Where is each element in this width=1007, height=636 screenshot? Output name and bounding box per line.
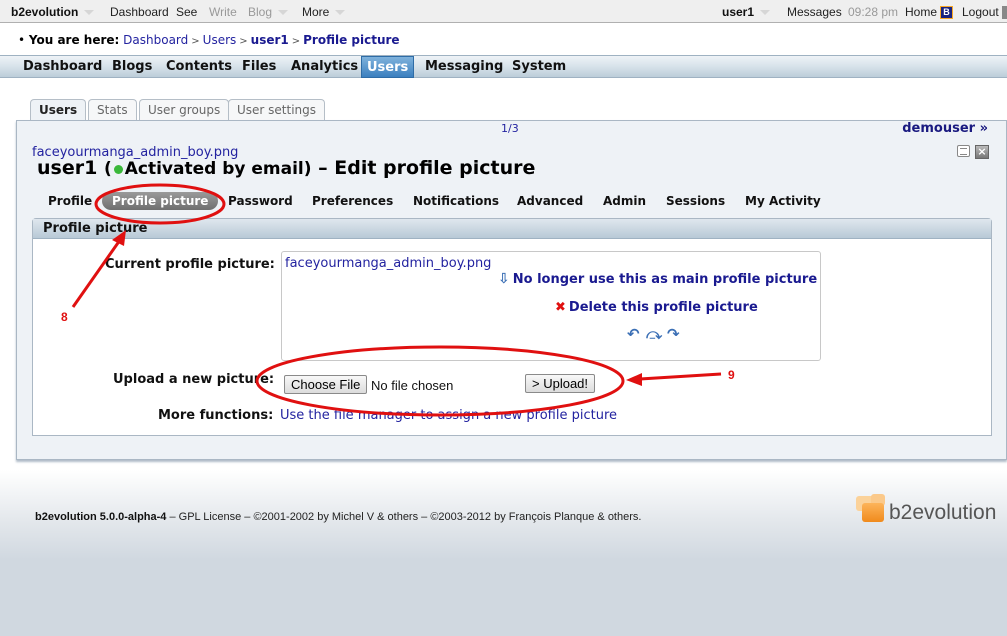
nav-contents[interactable]: Contents [166, 59, 232, 74]
status-text: Activated by email [124, 159, 304, 179]
nav-dashboard[interactable]: Dashboard [23, 59, 102, 74]
brand-menu[interactable]: b2evolution [11, 5, 95, 19]
tab-preferences[interactable]: Preferences [312, 194, 393, 208]
footer-text: b2evolution 5.0.0-alpha-4 – GPL License … [35, 511, 641, 523]
delete-picture-link[interactable]: ✖ Delete this profile picture [555, 300, 758, 315]
footer-version: b2evolution 5.0.0-alpha-4 [35, 511, 167, 523]
chevron-down-icon [760, 10, 771, 16]
topmenu-dashboard[interactable]: Dashboard [110, 5, 169, 19]
nav-blogs[interactable]: Blogs [112, 59, 152, 74]
footer-license: – GPL License – ©2001-2002 by Michel V &… [166, 511, 642, 523]
nav-messaging[interactable]: Messaging [425, 59, 503, 74]
logout-icon [1001, 6, 1007, 20]
next-user-link[interactable]: demouser » [902, 121, 988, 136]
tab-admin[interactable]: Admin [603, 194, 646, 208]
more-functions-label: More functions: [158, 408, 274, 423]
title-username: user1 [37, 157, 98, 179]
flip-icon[interactable]: ⤼ [646, 325, 662, 343]
nav-files[interactable]: Files [242, 59, 276, 74]
tab-password[interactable]: Password [228, 194, 293, 208]
chevron-down-icon [335, 10, 346, 16]
messages-link[interactable]: Messages [787, 5, 842, 19]
subtab-user-groups[interactable]: User groups [139, 99, 230, 121]
unset-main-picture-link[interactable]: ⇩ No longer use this as main profile pict… [498, 271, 817, 287]
tab-advanced[interactable]: Advanced [517, 194, 583, 208]
home-link[interactable]: Home B [905, 5, 954, 20]
current-picture-label: Current profile picture: [105, 257, 275, 272]
tab-profile[interactable]: Profile [48, 194, 92, 208]
arrow-down-icon: ⇩ [498, 271, 510, 287]
bullet: • [18, 33, 29, 47]
tab-sessions[interactable]: Sessions [666, 194, 725, 208]
annotation-number-9: 9 [728, 368, 735, 382]
breadcrumb-profile-picture[interactable]: Profile picture [303, 33, 399, 47]
chevron-down-icon [84, 10, 95, 16]
no-file-chosen-text: No file chosen [371, 378, 454, 393]
logout-link[interactable]: Logout [962, 5, 1007, 20]
close-icon[interactable]: × [975, 145, 989, 159]
tab-profile-picture[interactable]: Profile picture [102, 192, 219, 210]
more-label: More [302, 5, 330, 19]
status-badge: (Activated by email) [103, 159, 312, 179]
file-manager-link[interactable]: Use the file manager to assign a new pro… [280, 408, 617, 423]
nav-users[interactable]: Users [361, 56, 415, 78]
breadcrumb-dashboard[interactable]: Dashboard [123, 33, 188, 47]
subtab-users[interactable]: Users [30, 99, 87, 122]
nav-system[interactable]: System [512, 59, 566, 74]
delete-x-icon: ✖ [555, 300, 566, 315]
logo-text: b2evolution [889, 501, 997, 524]
breadcrumb-user1[interactable]: user1 [251, 33, 289, 47]
unset-label: No longer use this as main profile pictu… [512, 272, 818, 287]
brand-label: b2evolution [11, 5, 79, 19]
breadcrumb: • You are here: Dashboard > Users > user1 > Pr… [18, 33, 400, 47]
blog-label: Blog [248, 5, 273, 19]
tab-notifications[interactable]: Notifications [413, 194, 499, 208]
logout-label: Logout [962, 5, 999, 19]
user-edit-panel: 1/3 demouser » faceyourmanga_admin_boy.p… [16, 120, 1007, 460]
main-nav: Dashboard Blogs Contents Files Analytics… [0, 55, 1007, 78]
breadcrumb-users[interactable]: Users [203, 33, 237, 47]
subtab-stats[interactable]: Stats [88, 99, 137, 121]
nav-analytics[interactable]: Analytics [291, 59, 358, 74]
rotate-left-icon[interactable]: ↶ [627, 325, 640, 343]
chevron-down-icon [278, 10, 289, 16]
status-dot-icon [113, 164, 123, 174]
current-picture-box: faceyourmanga_admin_boy.png ⇩ No longer u… [281, 251, 821, 361]
topmenu-more[interactable]: More [302, 5, 346, 19]
current-picture-file-link[interactable]: faceyourmanga_admin_boy.png [285, 256, 491, 271]
topmenu-see[interactable]: See [176, 5, 197, 19]
choose-file-button[interactable]: Choose File [284, 375, 368, 394]
profile-picture-fieldset: Profile picture Current profile picture:… [32, 218, 992, 436]
rotate-right-icon[interactable]: ↷ [667, 325, 680, 343]
message-icon[interactable] [957, 145, 970, 157]
logo-bubble-icon [862, 503, 884, 522]
breadcrumb-separator: > [239, 36, 248, 47]
delete-label: Delete this profile picture [568, 300, 758, 315]
topmenu-blog[interactable]: Blog [248, 5, 289, 19]
breadcrumb-separator: > [291, 36, 301, 47]
clock-time: 09:28 pm [848, 5, 899, 19]
subtab-user-settings[interactable]: User settings [228, 99, 326, 121]
annotation-number-8: 8 [61, 310, 68, 324]
home-label: Home [905, 5, 938, 19]
upload-label: Upload a new picture: [113, 372, 275, 387]
user-counter: 1/3 [501, 122, 519, 135]
upload-button[interactable]: > Upload! [525, 374, 596, 393]
user-menu[interactable]: user1 [722, 5, 771, 19]
tab-my-activity[interactable]: My Activity [745, 194, 821, 208]
breadcrumb-label: You are here: [28, 33, 120, 47]
top-toolbar: b2evolution Dashboard See Write Blog Mor… [0, 0, 1007, 23]
fieldset-legend: Profile picture [33, 219, 991, 239]
topmenu-write[interactable]: Write [209, 5, 237, 19]
page-title: user1 (Activated by email) – Edit profil… [37, 157, 535, 179]
blog-home-icon: B [940, 6, 954, 20]
title-action: – Edit profile picture [318, 157, 536, 179]
user-label: user1 [722, 5, 755, 19]
breadcrumb-separator: > [191, 36, 200, 47]
b2evolution-logo[interactable]: b2evolution [856, 494, 996, 530]
